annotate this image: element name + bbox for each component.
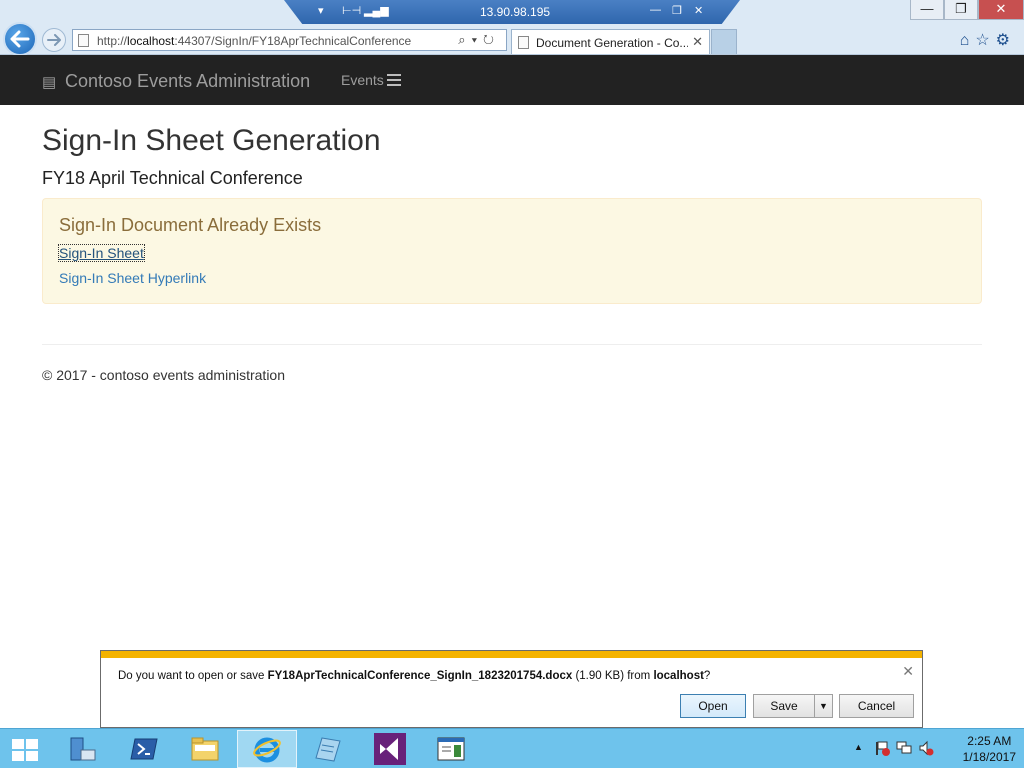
forward-button[interactable] xyxy=(42,28,66,52)
tab-page-icon xyxy=(518,36,529,49)
nav-events-label: Events xyxy=(341,72,384,88)
download-notification-bar: Do you want to open or save FY18AprTechn… xyxy=(100,650,923,728)
start-button[interactable] xyxy=(0,730,60,768)
window-controls: — ❐ ✕ xyxy=(910,0,1024,20)
footer-text: © 2017 - contoso events administration xyxy=(42,367,286,383)
tab-document-generation[interactable]: Document Generation - Co... ✕ xyxy=(511,29,710,54)
volume-muted-icon[interactable] xyxy=(918,740,934,756)
rdp-close-icon[interactable]: ✕ xyxy=(694,4,703,17)
home-icon[interactable]: ⌂ xyxy=(960,32,976,49)
taskbar-powershell[interactable] xyxy=(114,730,174,768)
new-tab-button[interactable] xyxy=(711,29,737,54)
cancel-button[interactable]: Cancel xyxy=(839,694,914,718)
sign-in-sheet-link[interactable]: Sign-In Sheet xyxy=(58,244,145,262)
tab-title: Document Generation - Co... xyxy=(536,36,688,50)
rdp-connection-bar: ▾ ⊢⊣ ▂▄▆ 13.90.98.195 — ❐ ✕ xyxy=(284,0,740,24)
notepad-icon xyxy=(315,737,341,762)
save-button[interactable]: Save xyxy=(753,694,815,718)
page-title: Sign-In Sheet Generation xyxy=(42,124,381,157)
taskbar-notepad[interactable] xyxy=(298,730,358,768)
presentation-window-icon xyxy=(437,737,465,761)
tab-close-icon[interactable]: ✕ xyxy=(692,34,703,50)
page-icon xyxy=(78,34,89,47)
back-button[interactable] xyxy=(3,22,37,56)
signal-icon: ▂▄▆ xyxy=(364,5,389,17)
system-tray: ▲ 2:25 AM 1/18/2017 xyxy=(844,729,1024,768)
list-icon xyxy=(386,74,401,86)
event-name: FY18 April Technical Conference xyxy=(42,168,303,188)
address-tools: ⌕▾↻ xyxy=(458,32,500,48)
restore-button[interactable]: ❐ xyxy=(944,0,978,20)
taskbar: ▲ 2:25 AM 1/18/2017 xyxy=(0,728,1024,768)
document-exists-alert: Sign-In Document Already Exists Sign-In … xyxy=(42,198,982,304)
url-text[interactable]: http://localhost:44307/SignIn/FY18AprTec… xyxy=(97,34,411,48)
action-center-flag-icon[interactable] xyxy=(874,740,890,756)
dropdown-icon[interactable]: ▾ xyxy=(472,32,483,47)
refresh-icon[interactable]: ↻ xyxy=(483,32,500,47)
network-icon[interactable] xyxy=(896,740,912,756)
save-options-dropdown[interactable]: ▼ xyxy=(814,694,833,718)
download-bar-stripe xyxy=(101,651,922,658)
address-bar[interactable]: http://localhost:44307/SignIn/FY18AprTec… xyxy=(72,29,507,51)
internet-explorer-icon xyxy=(253,737,281,763)
powershell-icon xyxy=(130,738,158,760)
rdp-minimize-icon[interactable]: — xyxy=(650,4,661,16)
clock-time: 2:25 AM xyxy=(967,734,1012,748)
pin-icon[interactable]: ▾ xyxy=(318,4,324,17)
brand-link[interactable]: ▤ Contoso Events Administration xyxy=(42,71,310,92)
show-hidden-icons-icon[interactable]: ▲ xyxy=(854,742,863,752)
close-button[interactable]: ✕ xyxy=(978,0,1024,20)
taskbar-visual-studio[interactable] xyxy=(360,730,420,768)
clock-date: 1/18/2017 xyxy=(962,750,1016,764)
brand-text: Contoso Events Administration xyxy=(65,71,311,91)
server-manager-icon xyxy=(70,737,96,761)
open-button[interactable]: Open xyxy=(680,694,746,718)
nav-events-link[interactable]: Events xyxy=(341,72,401,88)
browser-toolbar-icons: ⌂☆⚙ xyxy=(960,30,1016,50)
taskbar-internet-explorer[interactable] xyxy=(237,730,297,768)
visual-studio-icon xyxy=(374,733,406,765)
download-bar-close-icon[interactable]: ✕ xyxy=(902,663,914,680)
footer-divider xyxy=(42,344,982,345)
rdp-restore-icon[interactable]: ❐ xyxy=(672,4,682,17)
windows-logo-icon xyxy=(12,739,38,761)
search-icon[interactable]: ⌕ xyxy=(458,32,471,47)
taskbar-server-manager[interactable] xyxy=(52,730,112,768)
connection-icon: ⊢⊣ xyxy=(342,5,362,17)
gear-icon[interactable]: ⚙ xyxy=(996,32,1016,49)
folder-icon xyxy=(191,737,219,761)
taskbar-file-explorer[interactable] xyxy=(175,730,235,768)
download-source: localhost xyxy=(653,670,704,682)
favorites-star-icon[interactable]: ☆ xyxy=(975,32,995,49)
back-arrow-icon xyxy=(10,30,30,48)
forward-arrow-icon xyxy=(47,34,61,46)
rdp-host: 13.90.98.195 xyxy=(480,5,551,19)
calendar-stack-icon: ▤ xyxy=(42,74,57,91)
clock[interactable]: 2:25 AM 1/18/2017 xyxy=(963,733,1016,765)
taskbar-presentation[interactable] xyxy=(421,730,481,768)
site-navbar: ▤ Contoso Events Administration Events xyxy=(0,55,1024,105)
minimize-button[interactable]: — xyxy=(910,0,944,20)
alert-heading: Sign-In Document Already Exists xyxy=(59,215,322,235)
sign-in-sheet-hyperlink[interactable]: Sign-In Sheet Hyperlink xyxy=(59,270,206,286)
download-prompt: Do you want to open or save FY18AprTechn… xyxy=(118,670,711,682)
download-file-name: FY18AprTechnicalConference_SignIn_182320… xyxy=(267,670,573,682)
browser-chrome: ▾ ⊢⊣ ▂▄▆ 13.90.98.195 — ❐ ✕ http://local… xyxy=(0,0,1024,56)
